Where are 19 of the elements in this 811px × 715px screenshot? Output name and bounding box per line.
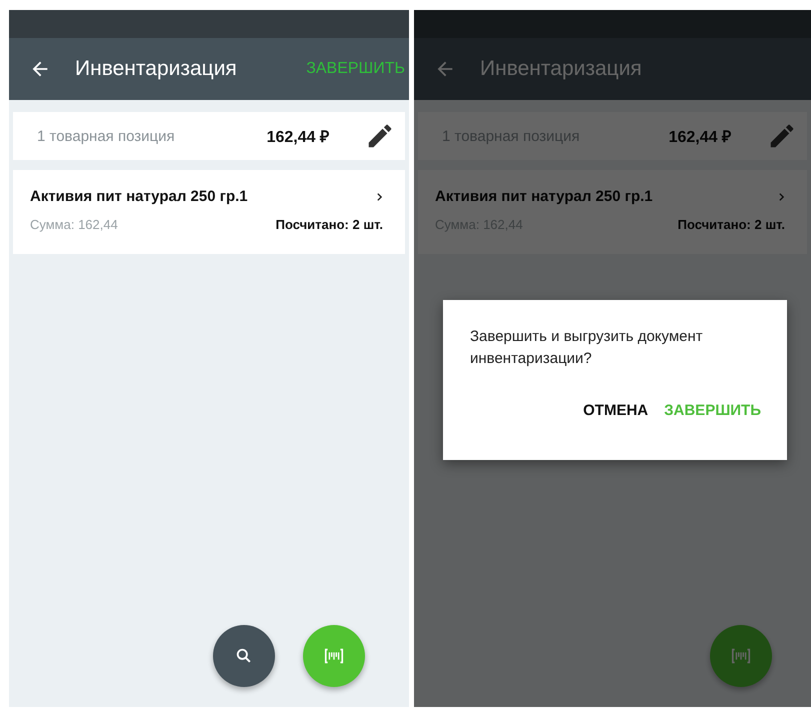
- counted-quantity: Посчитано: 2 шт.: [276, 217, 383, 232]
- total-amount: 162,44 ₽: [266, 128, 329, 147]
- barcode-scan-button[interactable]: [303, 625, 365, 687]
- product-row[interactable]: Активия пит натурал 250 гр.1 Сумма: 162,44 Посчитано: 2 шт.: [13, 170, 405, 254]
- finish-button[interactable]: ЗАВЕРШИТЬ: [306, 60, 409, 78]
- finish-button[interactable]: ЗАВЕРШИТЬ: [662, 398, 763, 423]
- product-name: Активия пит натурал 250 гр.1: [30, 188, 248, 205]
- item-count: 1 товарная позиция: [37, 128, 176, 144]
- cancel-button[interactable]: ОТМЕНА: [581, 398, 650, 423]
- total-amount: 162,44 ₽: [668, 128, 731, 147]
- screen-title: Инвентаризация: [480, 57, 643, 81]
- screen-title: Инвентаризация: [75, 57, 238, 81]
- search-button[interactable]: [213, 625, 275, 687]
- counted-quantity: Посчитано: 2 шт.: [678, 217, 785, 232]
- chevron-icon: [778, 192, 785, 202]
- product-name: Активия пит натурал 250 гр.1: [435, 188, 653, 205]
- chevron-icon: [376, 192, 383, 202]
- dialog-message: Завершить и выгрузить документ инвентаризации?: [470, 327, 704, 369]
- product-sum: Сумма: 162,44: [30, 217, 118, 232]
